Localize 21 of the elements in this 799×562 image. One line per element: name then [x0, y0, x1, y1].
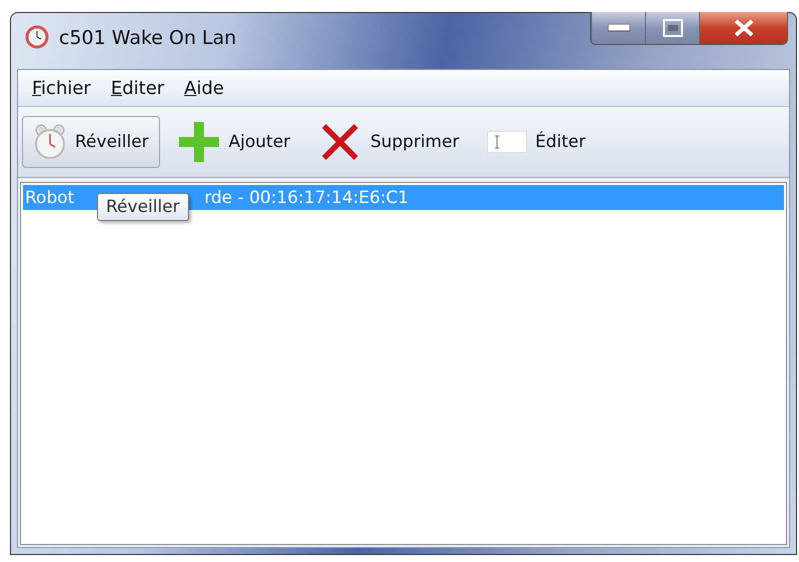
text-field-icon — [487, 131, 528, 153]
menu-item[interactable]: Fichier — [32, 78, 91, 98]
maximize-button[interactable] — [645, 12, 699, 44]
close-button[interactable] — [699, 12, 787, 44]
window-title: c501 Wake On Lan — [59, 27, 236, 49]
close-icon — [734, 19, 754, 37]
item-text: Robot — [25, 188, 74, 208]
app-icon — [25, 25, 49, 49]
item-text: rde - 00:16:17:14:E6:C1 — [204, 188, 409, 208]
minimize-button[interactable] — [591, 12, 645, 44]
maximize-icon — [662, 19, 682, 37]
toolbar-button[interactable]: Réveiller — [22, 116, 160, 168]
toolbar-button[interactable]: Ajouter — [166, 116, 302, 168]
plus-icon — [176, 120, 221, 164]
tooltip: Réveiller — [97, 193, 189, 221]
toolbar-button[interactable]: Supprimer — [307, 116, 470, 168]
minimize-icon — [608, 24, 630, 32]
menu-item[interactable]: Editer — [110, 78, 164, 98]
menu-item[interactable]: Aide — [184, 78, 224, 98]
toolbar-button[interactable]: Éditer — [476, 116, 597, 168]
alarm-clock-icon — [33, 124, 67, 160]
